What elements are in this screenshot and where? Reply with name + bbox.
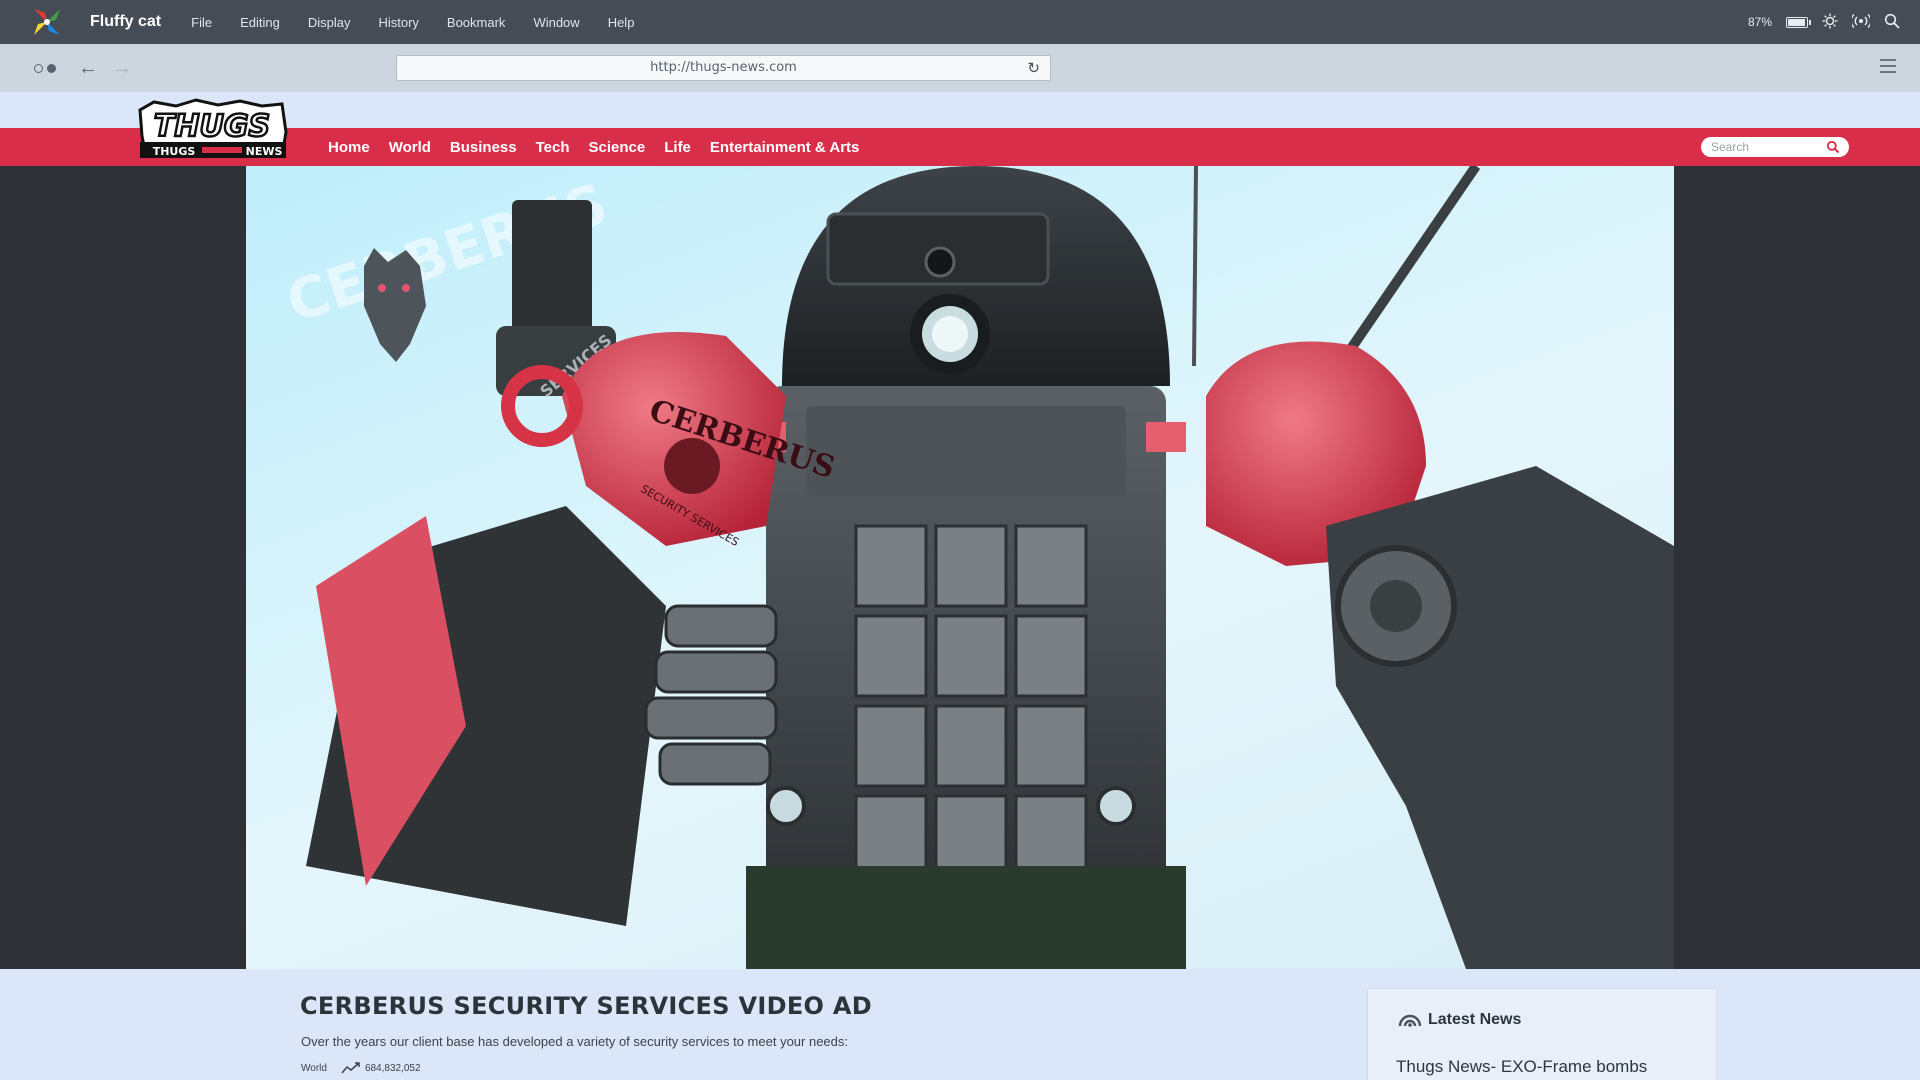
window-controls[interactable] bbox=[34, 63, 56, 73]
battery-icon[interactable] bbox=[1786, 16, 1811, 28]
window-dot-hollow-icon[interactable] bbox=[34, 63, 43, 73]
latest-news-heading: Latest News bbox=[1398, 1011, 1521, 1029]
site-search[interactable] bbox=[1701, 137, 1849, 157]
logo-main-text: THUGS bbox=[154, 109, 270, 144]
battery-percent: 87% bbox=[1747, 15, 1772, 29]
thugs-news-logo[interactable]: THUGS THUGS NEWS bbox=[136, 96, 290, 162]
url-text[interactable]: http://thugs-news.com bbox=[650, 60, 797, 75]
browser-menu-icon[interactable] bbox=[1880, 59, 1896, 77]
status-area: 87% bbox=[1748, 0, 1900, 44]
menu-bookmark[interactable]: Bookmark bbox=[447, 15, 506, 30]
menu-editing[interactable]: Editing bbox=[240, 15, 280, 30]
wifi-icon[interactable] bbox=[1850, 13, 1872, 32]
nav-entertainment-arts[interactable]: Entertainment & Arts bbox=[710, 139, 859, 156]
search-icon[interactable] bbox=[1884, 13, 1900, 32]
menu-file[interactable]: File bbox=[191, 15, 212, 30]
nav-business[interactable]: Business bbox=[450, 139, 517, 156]
forward-arrow-icon[interactable]: → bbox=[112, 57, 132, 80]
os-menu-bar: Fluffy cat File Editing Display History … bbox=[0, 0, 1920, 44]
article-summary: Over the years our client base has devel… bbox=[301, 1034, 848, 1049]
window-dot-filled-icon[interactable] bbox=[47, 63, 56, 73]
latest-news-item[interactable]: Thugs News- EXO-Frame bombs bbox=[1396, 1057, 1647, 1077]
battery-fill bbox=[1788, 18, 1806, 26]
brightness-icon[interactable] bbox=[1822, 13, 1838, 32]
menu-window[interactable]: Window bbox=[533, 15, 579, 30]
nav-world[interactable]: World bbox=[389, 139, 431, 156]
browser-toolbar: ← → http://thugs-news.com ↻ bbox=[0, 44, 1920, 92]
article-meta: World 684,832,052 bbox=[301, 1062, 421, 1074]
latest-news-label: Latest News bbox=[1428, 1011, 1522, 1028]
search-input[interactable] bbox=[1701, 137, 1819, 157]
site-nav-links: Home World Business Tech Science Life En… bbox=[328, 128, 878, 166]
hero-image[interactable]: CERBERUS SERVICES CERBERUS SECURITY SERV… bbox=[246, 166, 1674, 969]
menu-history[interactable]: History bbox=[378, 15, 418, 30]
article-title[interactable]: CERBERUS SECURITY SERVICES VIDEO AD bbox=[300, 992, 872, 1020]
search-icon[interactable] bbox=[1826, 140, 1840, 154]
reload-icon[interactable]: ↻ bbox=[1027, 56, 1040, 80]
nav-tech[interactable]: Tech bbox=[536, 139, 570, 156]
menu-display[interactable]: Display bbox=[308, 15, 351, 30]
nav-home[interactable]: Home bbox=[328, 139, 370, 156]
trending-icon bbox=[341, 1062, 360, 1074]
app-name[interactable]: Fluffy cat bbox=[90, 13, 161, 31]
broadcast-icon bbox=[1398, 1014, 1422, 1027]
back-arrow-icon[interactable]: ← bbox=[78, 57, 98, 80]
nav-life[interactable]: Life bbox=[664, 139, 691, 156]
latest-news-panel: Latest News Thugs News- EXO-Frame bombs bbox=[1367, 988, 1717, 1080]
address-bar[interactable]: http://thugs-news.com ↻ bbox=[396, 55, 1051, 81]
app-logo-icon[interactable] bbox=[32, 7, 62, 37]
article-category[interactable]: World bbox=[301, 1063, 327, 1074]
logo-thugs-text: THUGS bbox=[153, 145, 196, 158]
nav-science[interactable]: Science bbox=[589, 139, 646, 156]
logo-news-text: NEWS bbox=[246, 145, 283, 158]
article-views: 684,832,052 bbox=[364, 1062, 421, 1074]
menu-help[interactable]: Help bbox=[608, 15, 635, 30]
